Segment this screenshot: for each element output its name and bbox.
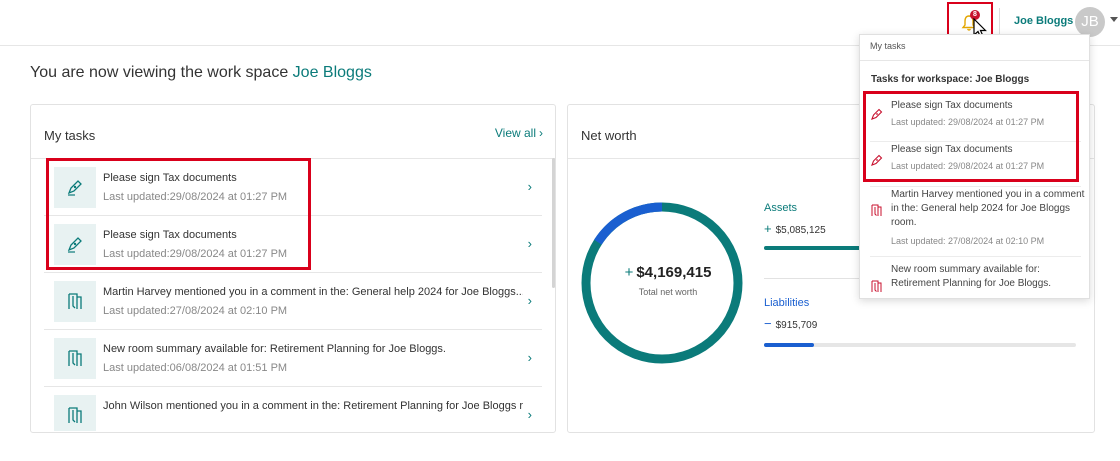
task-icon-box: [54, 395, 96, 431]
task-date: Last updated:06/08/2024 at 01:51 PM: [103, 362, 288, 374]
notification-title: New room summary available for: Retireme…: [891, 264, 1052, 289]
task-icon-box: [54, 281, 96, 322]
chevron-right-icon[interactable]: ›: [528, 236, 532, 251]
net-worth-donut-chart: [581, 202, 743, 364]
chevron-right-icon[interactable]: ›: [528, 350, 532, 365]
task-row[interactable]: New room summary available for: Retireme…: [44, 330, 542, 387]
workspace-name-link[interactable]: Joe Bloggs: [293, 64, 372, 81]
plus-icon: +: [764, 221, 772, 236]
task-list-scrollbar[interactable]: [552, 158, 555, 288]
dropdown-subheader: Tasks for workspace: Joe Bloggs: [871, 74, 1030, 85]
notification-item[interactable]: New room summary available for: Retireme…: [860, 261, 1089, 298]
my-tasks-header: My tasks View all ›: [31, 105, 555, 159]
net-worth-total: + $4,169,415: [618, 264, 718, 281]
net-worth-total-label: Total net worth: [638, 287, 698, 297]
task-row[interactable]: Martin Harvey mentioned you in a comment…: [44, 273, 542, 330]
task-row[interactable]: John Wilson mentioned you in a comment i…: [44, 387, 542, 431]
my-tasks-title: My tasks: [44, 128, 96, 143]
task-title: John Wilson mentioned you in a comment i…: [103, 400, 523, 412]
notification-divider: [870, 256, 1081, 257]
notification-date: Last updated: 27/08/2024 at 02:10 PM: [891, 236, 1045, 246]
liabilities-value: − $915,709: [764, 316, 817, 331]
net-worth-title: Net worth: [581, 128, 637, 143]
room-door-icon: [871, 280, 882, 292]
liabilities-bar-track: [764, 343, 1076, 347]
notification-item[interactable]: Martin Harvey mentioned you in a comment…: [860, 186, 1089, 258]
liabilities-label: Liabilities: [764, 297, 810, 309]
liabilities-amount: $915,709: [775, 320, 818, 331]
assets-label: Assets: [764, 202, 798, 214]
view-all-link[interactable]: View all ›: [495, 126, 543, 140]
minus-icon: −: [764, 316, 772, 331]
net-worth-total-value: $4,169,415: [636, 264, 712, 281]
assets-amount: $5,085,125: [775, 225, 826, 236]
task-date: Last updated:27/08/2024 at 02:10 PM: [103, 305, 288, 317]
room-door-icon: [68, 293, 82, 309]
chevron-right-icon[interactable]: ›: [528, 293, 532, 308]
view-all-label: View all: [494, 126, 536, 140]
highlight-box: [46, 158, 311, 270]
chevron-right-icon[interactable]: ›: [528, 407, 532, 422]
header-divider: [999, 8, 1000, 36]
highlight-box: [863, 91, 1079, 182]
room-door-icon: [68, 350, 82, 366]
dropdown-title: My tasks: [870, 41, 906, 51]
chevron-right-icon: ›: [539, 126, 543, 140]
task-title: Martin Harvey mentioned you in a comment…: [103, 286, 523, 298]
room-door-icon: [68, 407, 82, 423]
dropdown-header: My tasks: [860, 35, 1089, 61]
notification-title: Martin Harvey mentioned you in a comment…: [891, 189, 1085, 228]
chevron-right-icon[interactable]: ›: [528, 179, 532, 194]
plus-icon: +: [624, 264, 634, 281]
liabilities-bar-fill: [764, 343, 814, 347]
task-title: New room summary available for: Retireme…: [103, 343, 446, 355]
assets-value: + $5,085,125: [764, 221, 826, 236]
avatar[interactable]: JB: [1075, 7, 1105, 37]
workspace-heading: You are now viewing the work space Joe B…: [30, 64, 372, 82]
workspace-prefix: You are now viewing the work space: [30, 64, 293, 81]
user-name-link[interactable]: Joe Bloggs: [1014, 15, 1073, 27]
chevron-down-icon[interactable]: [1110, 17, 1118, 22]
room-door-icon: [871, 204, 882, 216]
task-icon-box: [54, 338, 96, 379]
